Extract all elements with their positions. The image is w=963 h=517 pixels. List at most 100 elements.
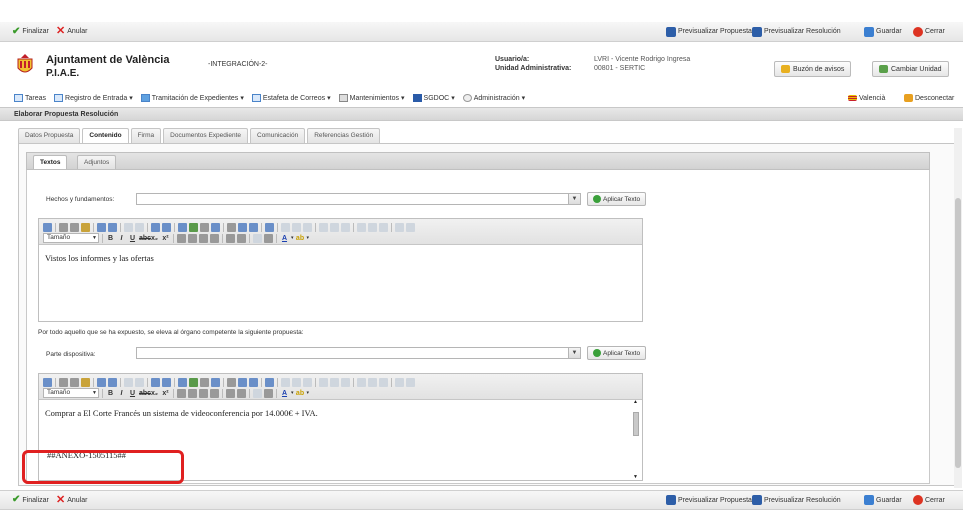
- page-scroll-thumb[interactable]: [955, 198, 961, 468]
- disconnect-button[interactable]: Desconectar: [904, 94, 954, 102]
- subscript-icon[interactable]: x₂: [150, 390, 159, 397]
- special-char-icon[interactable]: [238, 377, 247, 387]
- tab-referencias-gestion[interactable]: Referencias Gestión: [307, 128, 381, 143]
- align-justify-icon[interactable]: [210, 233, 219, 243]
- superscript-icon[interactable]: x²: [161, 390, 170, 397]
- preview-resolution-button[interactable]: Previsualizar Resolución: [752, 26, 841, 37]
- page-scrollbar[interactable]: [954, 128, 962, 488]
- preview-proposal-button-bottom[interactable]: Previsualizar Propuesta: [666, 495, 752, 505]
- bold-icon[interactable]: B: [106, 390, 115, 397]
- scroll-up-icon[interactable]: ▲: [633, 400, 638, 405]
- tab-datos-propuesta[interactable]: Datos Propuesta: [18, 128, 81, 143]
- superscript-icon[interactable]: x²: [161, 235, 170, 242]
- form-icon[interactable]: [281, 377, 290, 387]
- form-icon[interactable]: [281, 222, 290, 232]
- menu-mantenimientos[interactable]: Mantenimientos ▾: [338, 94, 405, 102]
- link-icon[interactable]: [200, 377, 209, 387]
- hiddenfield-icon[interactable]: [379, 222, 388, 232]
- align-justify-icon[interactable]: [210, 388, 219, 398]
- anchor-icon[interactable]: [211, 222, 220, 232]
- menu-administracion[interactable]: Administración ▾: [462, 94, 525, 102]
- editor-scrollbar[interactable]: ▲ ▼: [632, 400, 640, 480]
- align-left-icon[interactable]: [177, 233, 186, 243]
- facts-editor-body[interactable]: Vistos los informes y las ofertas: [39, 245, 642, 271]
- select-icon[interactable]: [341, 377, 350, 387]
- preview-proposal-button[interactable]: Previsualizar Propuesta: [666, 26, 752, 37]
- outdent-icon[interactable]: [253, 388, 262, 398]
- bulleted-list-icon[interactable]: [237, 388, 246, 398]
- notices-button[interactable]: Buzón de avisos: [774, 61, 852, 77]
- maximize-icon[interactable]: [265, 377, 274, 387]
- imagebutton-icon[interactable]: [368, 222, 377, 232]
- numbered-list-icon[interactable]: [226, 233, 235, 243]
- apply-text-button-2[interactable]: Aplicar Texto: [587, 346, 647, 360]
- smiley-icon[interactable]: [249, 222, 258, 232]
- underline-icon[interactable]: U: [128, 390, 137, 397]
- horizontal-rule-icon[interactable]: [178, 222, 187, 232]
- numbered-list-icon[interactable]: [226, 388, 235, 398]
- tab-comunicacion[interactable]: Comunicación: [250, 128, 306, 143]
- find-icon[interactable]: [97, 222, 106, 232]
- menu-estafeta[interactable]: Estafeta de Correos ▾: [251, 94, 331, 102]
- save-button-bottom[interactable]: Guardar: [864, 495, 902, 505]
- table-icon[interactable]: [162, 377, 171, 387]
- hiddenfield-icon[interactable]: [379, 377, 388, 387]
- align-center-icon[interactable]: [188, 233, 197, 243]
- finalize-button-bottom[interactable]: ✔ Finalizar: [12, 495, 49, 505]
- pagebreak-icon[interactable]: [406, 222, 415, 232]
- italic-icon[interactable]: I: [117, 235, 126, 242]
- horizontal-rule-icon[interactable]: [178, 377, 187, 387]
- link-icon[interactable]: [200, 222, 209, 232]
- textarea-icon[interactable]: [330, 377, 339, 387]
- radio-icon[interactable]: [303, 377, 312, 387]
- select-icon[interactable]: [341, 222, 350, 232]
- iframe-icon[interactable]: [395, 222, 404, 232]
- find-icon[interactable]: [97, 377, 106, 387]
- cut-icon[interactable]: [59, 377, 68, 387]
- indent-icon[interactable]: [264, 388, 273, 398]
- checkbox-icon[interactable]: [292, 377, 301, 387]
- maximize-icon[interactable]: [265, 222, 274, 232]
- text-color-icon[interactable]: A: [280, 235, 289, 242]
- menu-registro-entrada[interactable]: Registro de Entrada ▾: [54, 94, 133, 102]
- subtab-adjuntos[interactable]: Adjuntos: [77, 155, 117, 169]
- subtab-textos[interactable]: Textos: [33, 155, 68, 169]
- strikethrough-icon[interactable]: abc: [139, 390, 151, 397]
- chevron-down-icon[interactable]: ▼: [568, 194, 580, 204]
- table-icon[interactable]: [162, 222, 171, 232]
- image-icon[interactable]: [189, 377, 198, 387]
- cut-icon[interactable]: [59, 222, 68, 232]
- apply-text-button[interactable]: Aplicar Texto: [587, 192, 647, 206]
- undo-icon[interactable]: [124, 222, 133, 232]
- chevron-down-icon[interactable]: ▼: [568, 348, 580, 358]
- replace-icon[interactable]: [108, 222, 117, 232]
- facts-select[interactable]: ▼: [136, 193, 581, 205]
- dispositive-select[interactable]: ▼: [136, 347, 581, 359]
- anchor-icon[interactable]: [211, 377, 220, 387]
- align-right-icon[interactable]: [199, 388, 208, 398]
- cancel-button-bottom[interactable]: ✕ Anular: [56, 494, 87, 506]
- align-center-icon[interactable]: [188, 388, 197, 398]
- align-left-icon[interactable]: [177, 388, 186, 398]
- outdent-icon[interactable]: [253, 233, 262, 243]
- spellcheck-icon[interactable]: [151, 377, 160, 387]
- textfield-icon[interactable]: [319, 377, 328, 387]
- line-icon[interactable]: [227, 377, 236, 387]
- copy-icon[interactable]: [70, 377, 79, 387]
- smiley-icon[interactable]: [249, 377, 258, 387]
- underline-icon[interactable]: U: [128, 235, 137, 242]
- language-valencia[interactable]: Valencià: [848, 95, 885, 102]
- paste-icon[interactable]: [81, 377, 90, 387]
- font-size-select[interactable]: Tamaño ▼: [43, 233, 99, 243]
- save-button[interactable]: Guardar: [864, 26, 902, 37]
- bold-icon[interactable]: B: [106, 235, 115, 242]
- tab-contenido[interactable]: Contenido: [82, 128, 129, 143]
- textfield-icon[interactable]: [319, 222, 328, 232]
- redo-icon[interactable]: [135, 222, 144, 232]
- text-color-icon[interactable]: A: [280, 390, 289, 397]
- menu-tareas[interactable]: Tareas: [14, 94, 46, 102]
- redo-icon[interactable]: [135, 377, 144, 387]
- finalize-button[interactable]: ✔ Finalizar: [12, 26, 49, 37]
- italic-icon[interactable]: I: [117, 390, 126, 397]
- imagebutton-icon[interactable]: [368, 377, 377, 387]
